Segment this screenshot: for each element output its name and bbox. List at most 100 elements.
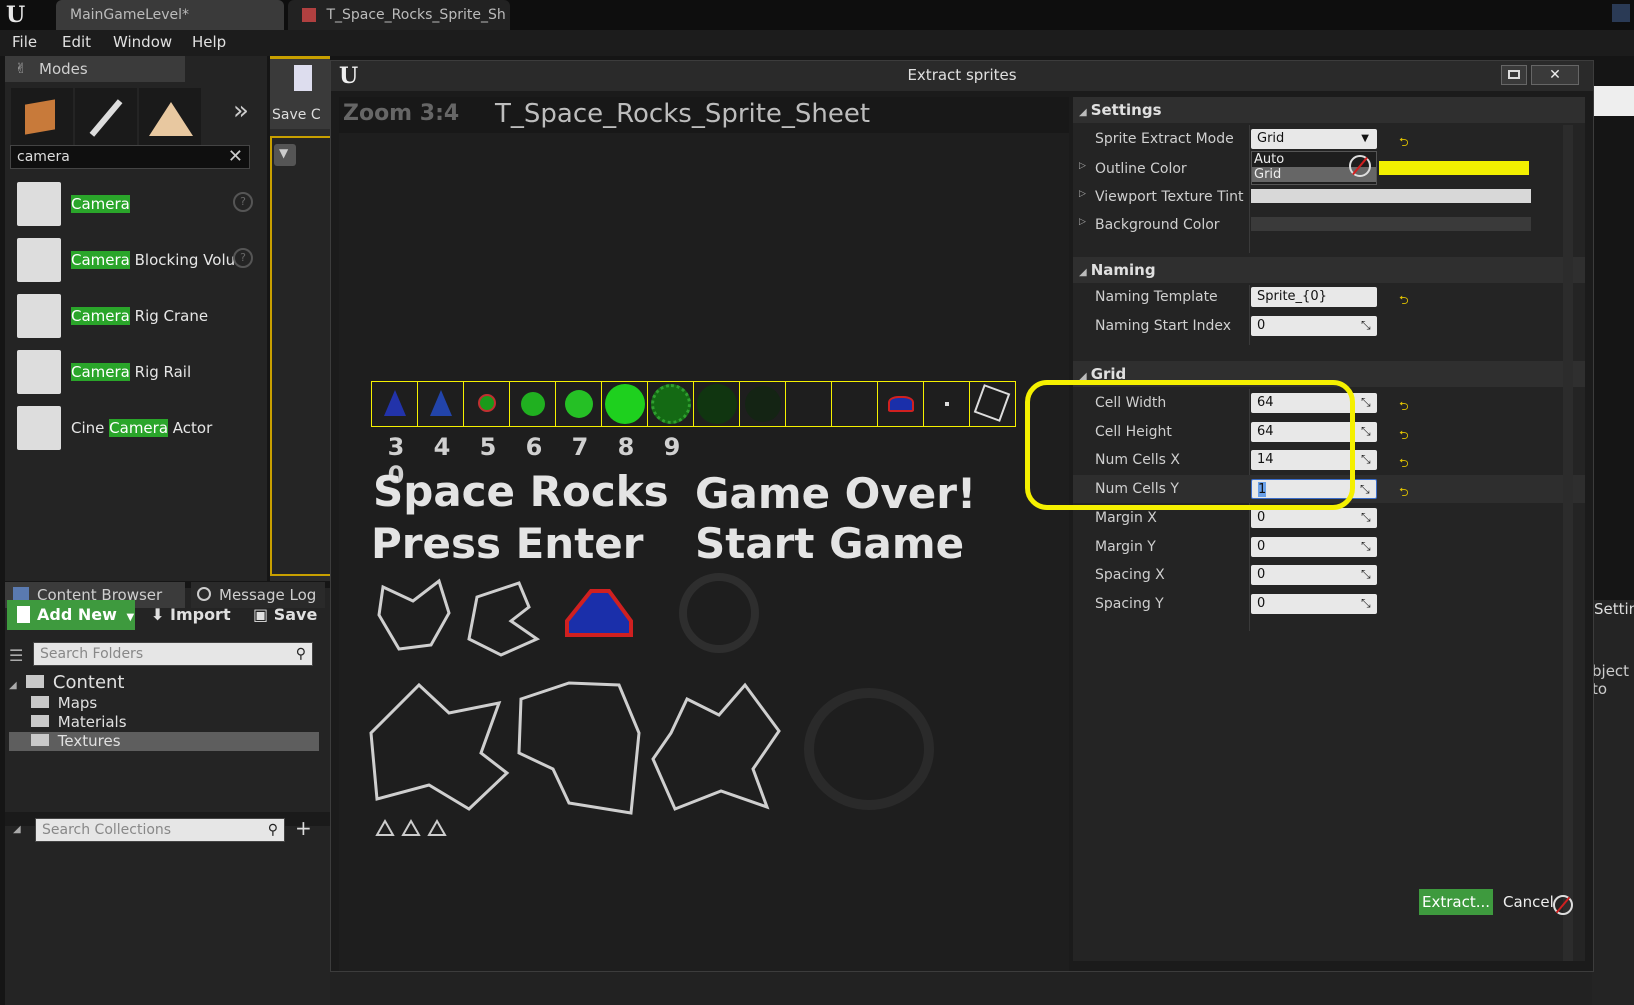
- input-value: 0: [1257, 510, 1266, 525]
- outline-color-swatch[interactable]: [1379, 161, 1529, 175]
- category-naming[interactable]: ◢ Naming: [1073, 257, 1585, 283]
- place-mode-button[interactable]: [11, 88, 73, 150]
- list-item-cine-camera-actor[interactable]: Cine Camera Actor: [11, 402, 263, 458]
- digit: 3: [387, 433, 405, 461]
- sprite-cell-bullet[interactable]: [924, 382, 970, 426]
- search-icon: ⚲: [267, 822, 278, 838]
- help-icon[interactable]: ?: [233, 192, 253, 212]
- sprite-cell-explosion-2[interactable]: [510, 382, 556, 426]
- list-item-camera-rig-crane[interactable]: Camera Rig Crane: [11, 290, 263, 346]
- spin-arrows-icon[interactable]: ⤡: [1361, 424, 1373, 438]
- close-icon: ✕: [1549, 67, 1561, 83]
- spin-arrows-icon[interactable]: ⤡: [1360, 482, 1372, 496]
- tab-sprite-sheet[interactable]: T_Space_Rocks_Sprite_Sh ×: [288, 0, 510, 53]
- spacing-y-input[interactable]: 0 ⤡: [1251, 594, 1377, 614]
- expand-arrow-icon[interactable]: ▷: [1079, 161, 1086, 171]
- sprite-cell-explosion-1[interactable]: [464, 382, 510, 426]
- spin-arrows-icon[interactable]: ⤡: [1361, 539, 1373, 553]
- sprite-cell-explosion-6[interactable]: [694, 382, 740, 426]
- naming-template-input[interactable]: Sprite_{0}: [1251, 287, 1377, 307]
- margin-x-input[interactable]: 0 ⤡: [1251, 508, 1377, 528]
- digit: 9: [663, 433, 681, 461]
- naming-start-index-input[interactable]: 0 ⤡: [1251, 316, 1377, 336]
- background-color-swatch[interactable]: [1251, 217, 1531, 231]
- sources-toggle-icon[interactable]: ☰: [9, 646, 27, 665]
- extract-button[interactable]: Extract...: [1419, 889, 1493, 915]
- viewport-options-button[interactable]: ▼: [274, 144, 296, 166]
- search-collections-input[interactable]: Search Collections ⚲: [35, 818, 285, 842]
- dialog-title-bar: U Extract sprites ✕: [331, 61, 1593, 91]
- spin-arrows-icon[interactable]: ⤡: [1361, 510, 1373, 524]
- sprite-extract-mode-select[interactable]: Grid ▼: [1251, 129, 1377, 149]
- modes-search-input[interactable]: camera ✕: [10, 145, 250, 169]
- chevron-down-icon: ▼: [1361, 133, 1369, 144]
- sprite-cell-ship-1[interactable]: [372, 382, 418, 426]
- spacing-x-input[interactable]: 0 ⤡: [1251, 565, 1377, 585]
- sprite-cell-explosion-3[interactable]: [556, 382, 602, 426]
- landscape-mode-button[interactable]: [139, 88, 201, 150]
- content-browser-icon: [13, 587, 29, 601]
- extract-sprites-dialog: U Extract sprites ✕ Zoom 3:4 T_Space_Roc…: [330, 60, 1594, 972]
- rock-large-1: [369, 682, 510, 811]
- sprite-shapes: [369, 573, 934, 836]
- spin-arrows-icon[interactable]: ⤡: [1361, 452, 1373, 466]
- close-button[interactable]: ✕: [1531, 65, 1579, 85]
- maximize-button[interactable]: [1501, 65, 1527, 85]
- reset-to-default-icon[interactable]: ⮌: [1399, 133, 1409, 149]
- level-viewport[interactable]: Save C ▼: [270, 56, 330, 581]
- add-collection-icon[interactable]: +: [295, 816, 312, 840]
- sprite-cell-ship-2[interactable]: [418, 382, 464, 426]
- collections-collapse-icon[interactable]: ◢: [13, 824, 21, 835]
- save-all-button[interactable]: ▣ Save: [253, 600, 317, 630]
- settings-scrollbar[interactable]: [1563, 125, 1573, 961]
- import-button[interactable]: ⬇ Import: [151, 600, 231, 630]
- save-icon: [294, 65, 312, 91]
- settings-tab-label[interactable]: Settin: [1594, 600, 1634, 618]
- reset-to-default-icon[interactable]: ⮌: [1399, 454, 1409, 470]
- expand-arrow-icon[interactable]: ▷: [1079, 189, 1086, 199]
- spin-arrows-icon[interactable]: ⤡: [1361, 395, 1373, 409]
- viewport-texture-tint-swatch[interactable]: [1251, 189, 1531, 203]
- sprite-cell-explosion-4[interactable]: [602, 382, 648, 426]
- spin-arrows-icon[interactable]: ⤡: [1361, 318, 1373, 332]
- sprite-cell-explosion-5[interactable]: [648, 382, 694, 426]
- paint-mode-button[interactable]: [75, 88, 137, 150]
- spin-arrows-icon[interactable]: ⤡: [1361, 596, 1373, 610]
- category-settings[interactable]: ◢ Settings: [1073, 97, 1585, 123]
- tab-main-game-level[interactable]: MainGameLevel*: [56, 0, 284, 30]
- reset-to-default-icon[interactable]: ⮌: [1399, 291, 1409, 307]
- expand-arrow-icon[interactable]: ▷: [1079, 217, 1086, 227]
- list-item-camera-rig-rail[interactable]: Camera Rig Rail: [11, 346, 263, 402]
- more-modes-icon[interactable]: »: [233, 96, 249, 126]
- reset-to-default-icon[interactable]: ⮌: [1399, 483, 1409, 499]
- sprite-cell-explosion-7[interactable]: [740, 382, 786, 426]
- help-icon[interactable]: ?: [233, 248, 253, 268]
- rock-medium-1: [377, 578, 451, 651]
- sprite-cell-empty-2[interactable]: [832, 382, 878, 426]
- menu-help[interactable]: Help: [192, 33, 226, 51]
- right-panel-field: [1592, 86, 1634, 116]
- reset-to-default-icon[interactable]: ⮌: [1399, 426, 1409, 442]
- menu-window[interactable]: Window: [113, 33, 172, 51]
- list-item-camera[interactable]: Camera ?: [11, 178, 263, 234]
- sprite-cell-empty-1[interactable]: [786, 382, 832, 426]
- sprite-cell-rock[interactable]: [970, 382, 1016, 426]
- spin-arrows-icon[interactable]: ⤡: [1361, 567, 1373, 581]
- tree-item-maps[interactable]: Maps: [9, 694, 319, 713]
- add-new-button[interactable]: Add New ▼: [7, 600, 135, 630]
- margin-y-input[interactable]: 0 ⤡: [1251, 537, 1377, 557]
- reset-to-default-icon[interactable]: ⮌: [1399, 397, 1409, 413]
- menu-edit[interactable]: Edit: [62, 33, 91, 51]
- texture-preview[interactable]: Zoom 3:4 T_Space_Rocks_Sprite_Sheet 3456…: [339, 97, 1069, 971]
- modes-tab[interactable]: Modes: [5, 56, 185, 82]
- save-toolbar-button[interactable]: Save C: [270, 56, 330, 129]
- menu-file[interactable]: File: [12, 33, 37, 51]
- search-folders-input[interactable]: Search Folders ⚲: [33, 642, 313, 666]
- sprite-cell-saucer[interactable]: [878, 382, 924, 426]
- list-item-camera-blocking-volume[interactable]: Camera Blocking Volu ?: [11, 234, 263, 290]
- clear-search-icon[interactable]: ✕: [228, 146, 243, 168]
- title-bar: U MainGameLevel* T_Space_Rocks_Sprite_Sh…: [0, 0, 1634, 53]
- tree-item-content[interactable]: ◢ Content: [9, 672, 319, 694]
- tree-item-materials[interactable]: Materials: [9, 713, 319, 732]
- tree-item-textures[interactable]: Textures: [9, 732, 319, 751]
